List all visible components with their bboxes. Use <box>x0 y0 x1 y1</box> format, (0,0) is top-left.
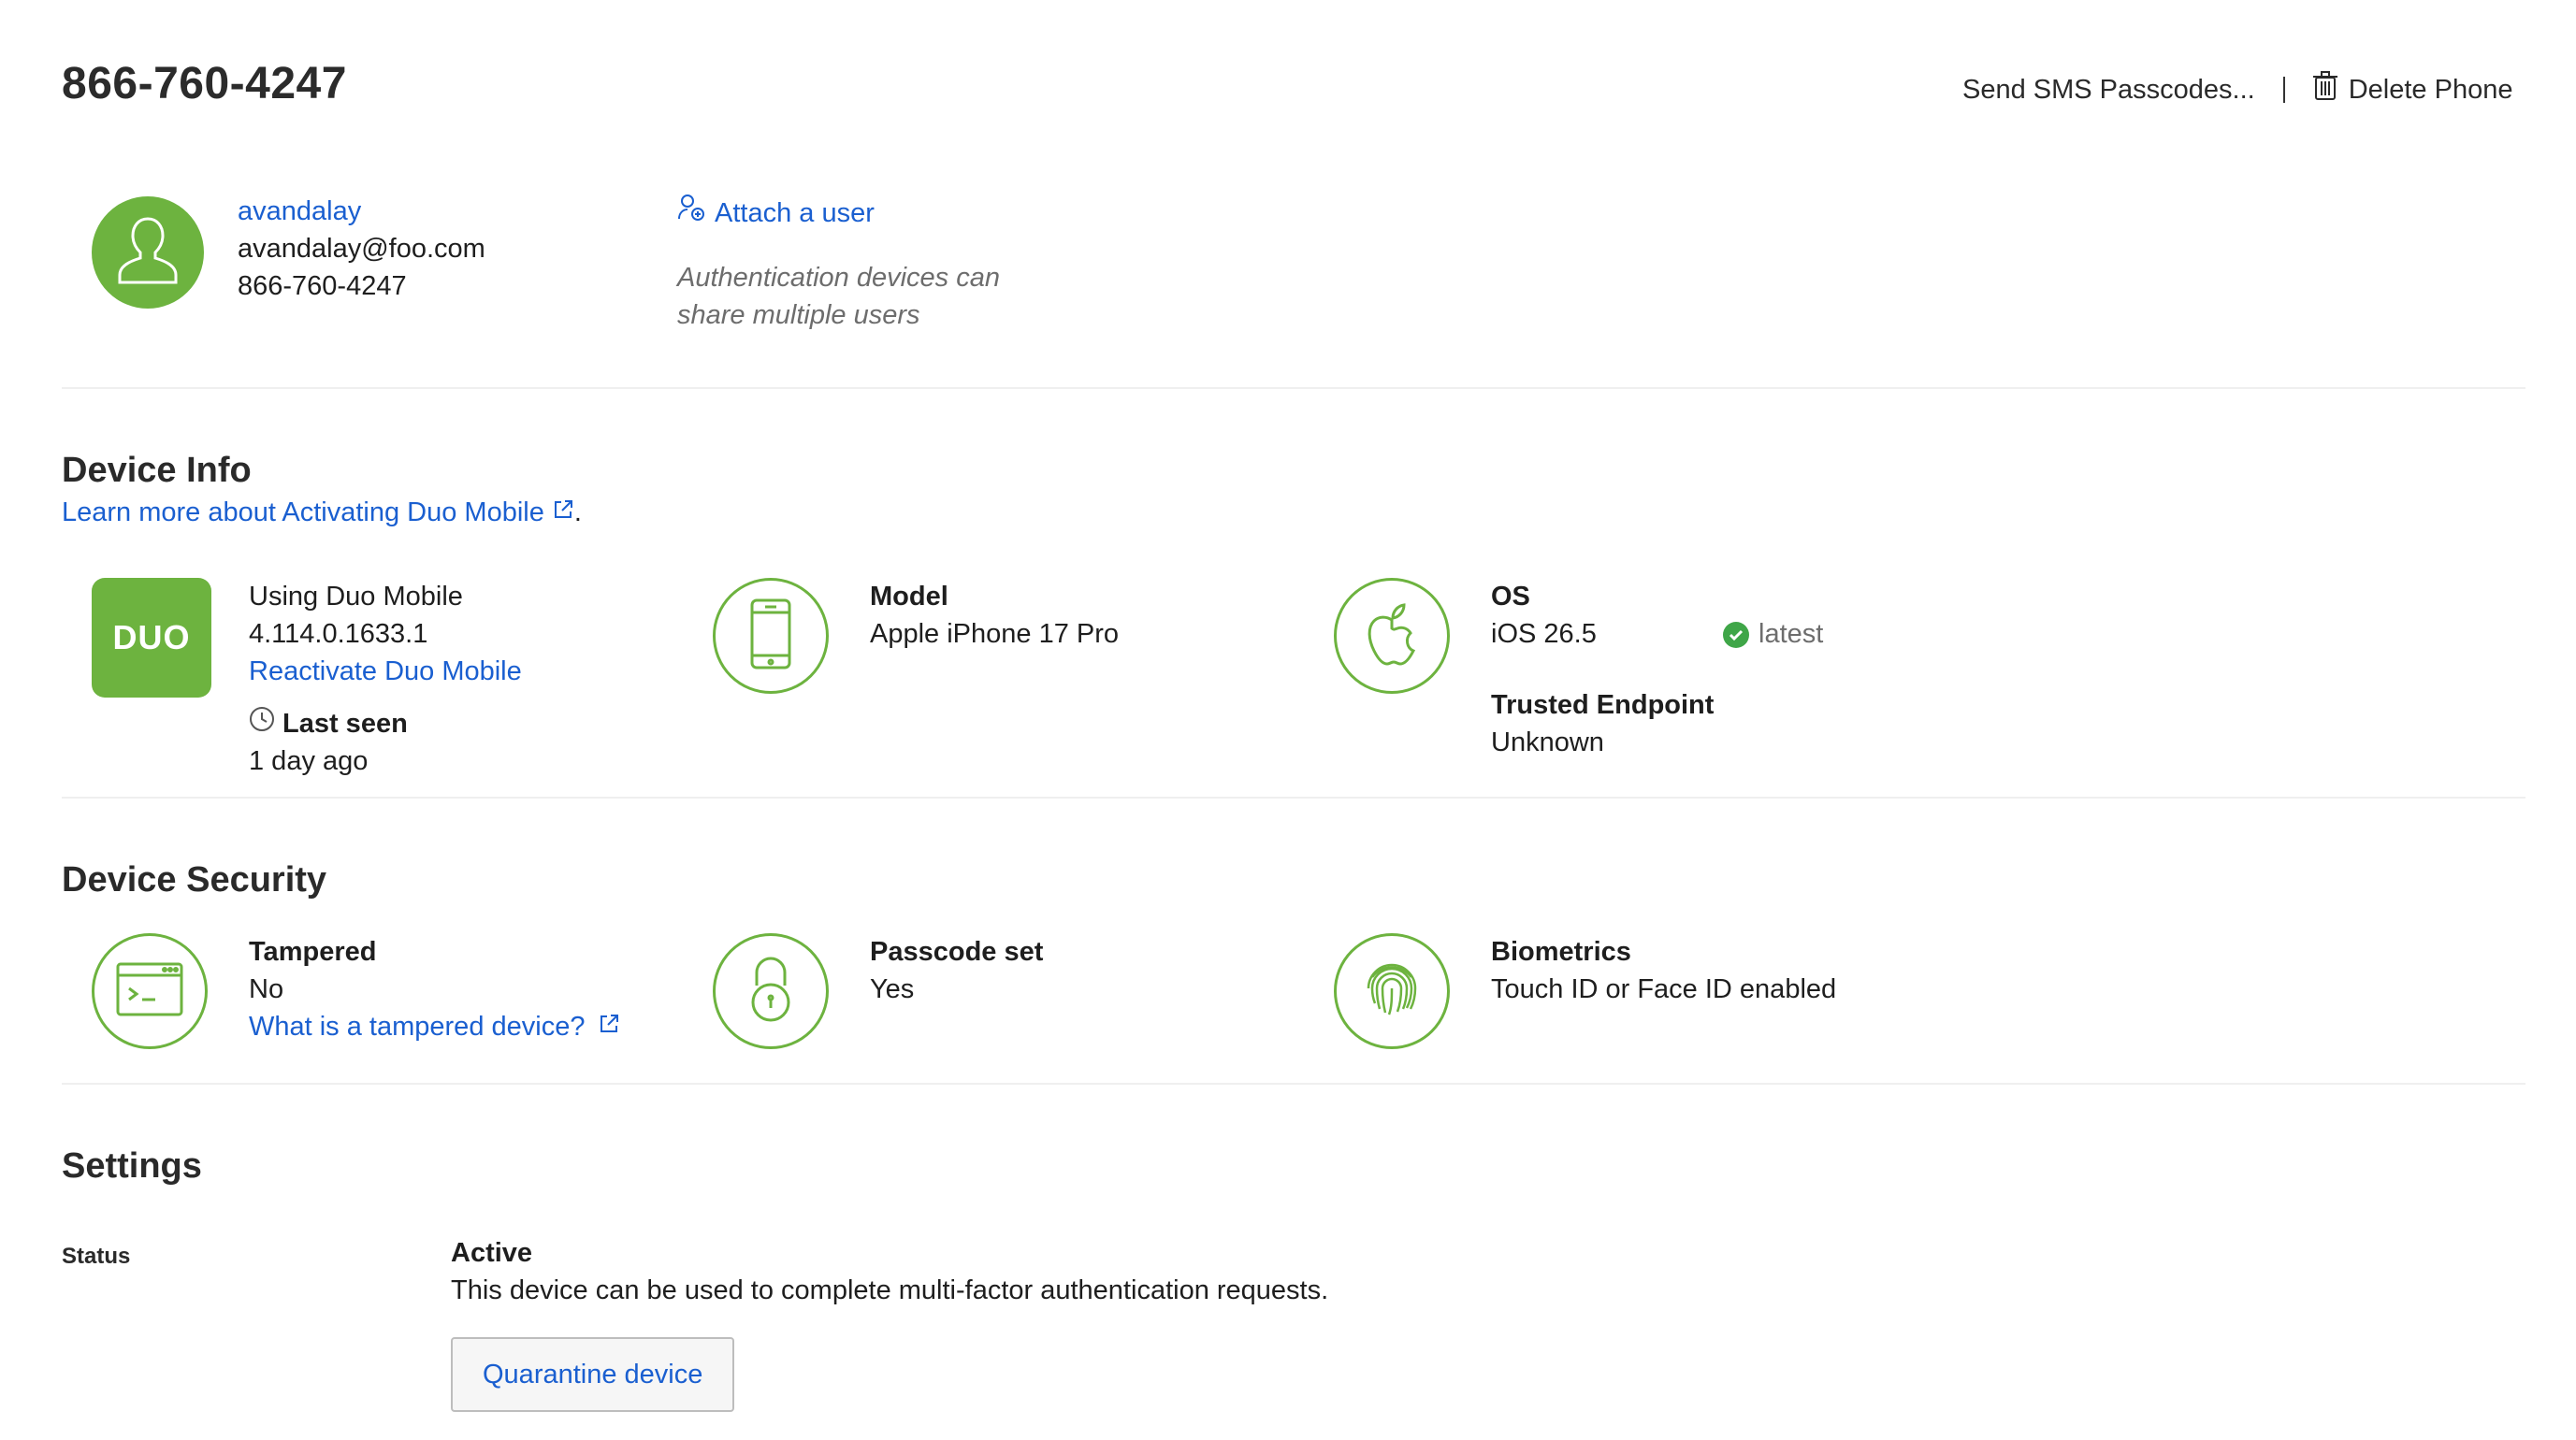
device-detail-page: 866-760-4247 Send SMS Passcodes... Delet… <box>0 0 2576 1440</box>
device-security-heading: Device Security <box>62 860 327 900</box>
external-link-icon <box>598 1008 620 1045</box>
tampered-value: No <box>249 974 284 1004</box>
duo-logo-text: DUO <box>112 618 191 656</box>
learn-more-link[interactable]: Learn more about Activating Duo Mobile <box>62 494 544 531</box>
send-sms-passcodes-button[interactable]: Send SMS Passcodes... <box>1962 75 2255 106</box>
lock-icon <box>747 956 794 1028</box>
check-circle-icon <box>1723 621 1749 648</box>
os-details: OS iOS 26.5 Trusted Endpoint Unknown <box>1491 578 1714 761</box>
user-phone: 866-760-4247 <box>238 271 407 301</box>
tampered-icon-circle <box>92 933 208 1049</box>
what-is-tampered-link[interactable]: What is a tampered device? <box>249 1008 585 1045</box>
passcode-icon-circle <box>713 933 829 1049</box>
learn-more-row: Learn more about Activating Duo Mobile . <box>62 494 582 531</box>
using-duo-mobile: Using Duo Mobile <box>249 582 463 612</box>
duo-logo: DUO <box>92 578 211 698</box>
biometrics-icon-circle <box>1334 933 1450 1049</box>
passcode-details: Passcode set Yes <box>870 933 1043 1008</box>
user-email: avandalay@foo.com <box>238 234 485 264</box>
header-separator <box>2282 77 2285 103</box>
trusted-endpoint-value: Unknown <box>1491 727 1604 757</box>
delete-phone-label: Delete Phone <box>2348 74 2513 105</box>
duo-app-details: Using Duo Mobile 4.114.0.1633.1 Reactiva… <box>249 578 522 780</box>
user-silhouette-icon <box>115 213 181 293</box>
status-details: Active This device can be used to comple… <box>451 1234 1328 1309</box>
attach-user-icon <box>677 193 707 233</box>
header-actions: Send SMS Passcodes... Delete Phone <box>1962 71 2512 108</box>
clock-icon <box>249 705 275 742</box>
os-icon-circle <box>1334 578 1450 694</box>
biometrics-value: Touch ID or Face ID enabled <box>1491 974 1837 1004</box>
tampered-details: Tampered No What is a tampered device? <box>249 933 620 1045</box>
reactivate-duo-mobile-link[interactable]: Reactivate Duo Mobile <box>249 653 522 690</box>
status-description: This device can be used to complete mult… <box>451 1275 1329 1305</box>
model-details: Model Apple iPhone 17 Pro <box>870 578 1119 653</box>
app-version: 4.114.0.1633.1 <box>249 619 428 649</box>
terminal-window-icon <box>116 962 183 1021</box>
biometrics-details: Biometrics Touch ID or Face ID enabled <box>1491 933 1836 1008</box>
smartphone-icon <box>748 598 793 675</box>
attach-user-link[interactable]: Attach a user <box>677 193 1000 233</box>
tampered-label: Tampered <box>249 937 377 967</box>
delete-phone-button[interactable]: Delete Phone <box>2312 71 2513 108</box>
attach-note-line2: share multiple users <box>677 300 920 330</box>
attach-user-section: Attach a user Authentication devices can… <box>677 193 1000 334</box>
latest-label: latest <box>1758 619 1824 649</box>
model-label: Model <box>870 582 948 612</box>
last-seen-value: 1 day ago <box>249 746 369 776</box>
passcode-value: Yes <box>870 974 915 1004</box>
apple-icon <box>1364 601 1420 671</box>
fingerprint-icon <box>1359 957 1425 1027</box>
os-value: iOS 26.5 <box>1491 619 1597 649</box>
attach-note-line1: Authentication devices can <box>677 263 1000 293</box>
last-seen-row: Last seen <box>249 705 522 742</box>
page-title: 866-760-4247 <box>62 59 347 108</box>
tampered-link-row: What is a tampered device? <box>249 1008 620 1045</box>
user-details: avandalay avandalay@foo.com 866-760-4247 <box>238 193 485 305</box>
learn-more-period: . <box>573 497 582 527</box>
divider <box>62 387 2525 389</box>
os-latest-badge: latest <box>1723 619 1823 650</box>
attach-user-label: Attach a user <box>715 197 875 228</box>
status-value: Active <box>451 1238 533 1268</box>
trash-icon <box>2312 71 2337 108</box>
last-seen-label: Last seen <box>282 709 408 739</box>
divider <box>62 1083 2525 1085</box>
device-info-heading: Device Info <box>62 451 252 490</box>
quarantine-device-button[interactable]: Quarantine device <box>451 1337 735 1412</box>
divider <box>62 797 2525 799</box>
user-avatar <box>92 196 204 309</box>
model-icon-circle <box>713 578 829 694</box>
external-link-icon <box>552 494 574 531</box>
os-label: OS <box>1491 582 1530 612</box>
username-link[interactable]: avandalay <box>238 193 485 230</box>
settings-heading: Settings <box>62 1146 202 1186</box>
model-value: Apple iPhone 17 Pro <box>870 619 1120 649</box>
biometrics-label: Biometrics <box>1491 937 1631 967</box>
trusted-endpoint-label: Trusted Endpoint <box>1491 690 1715 720</box>
status-label: Status <box>62 1244 131 1269</box>
passcode-label: Passcode set <box>870 937 1044 967</box>
